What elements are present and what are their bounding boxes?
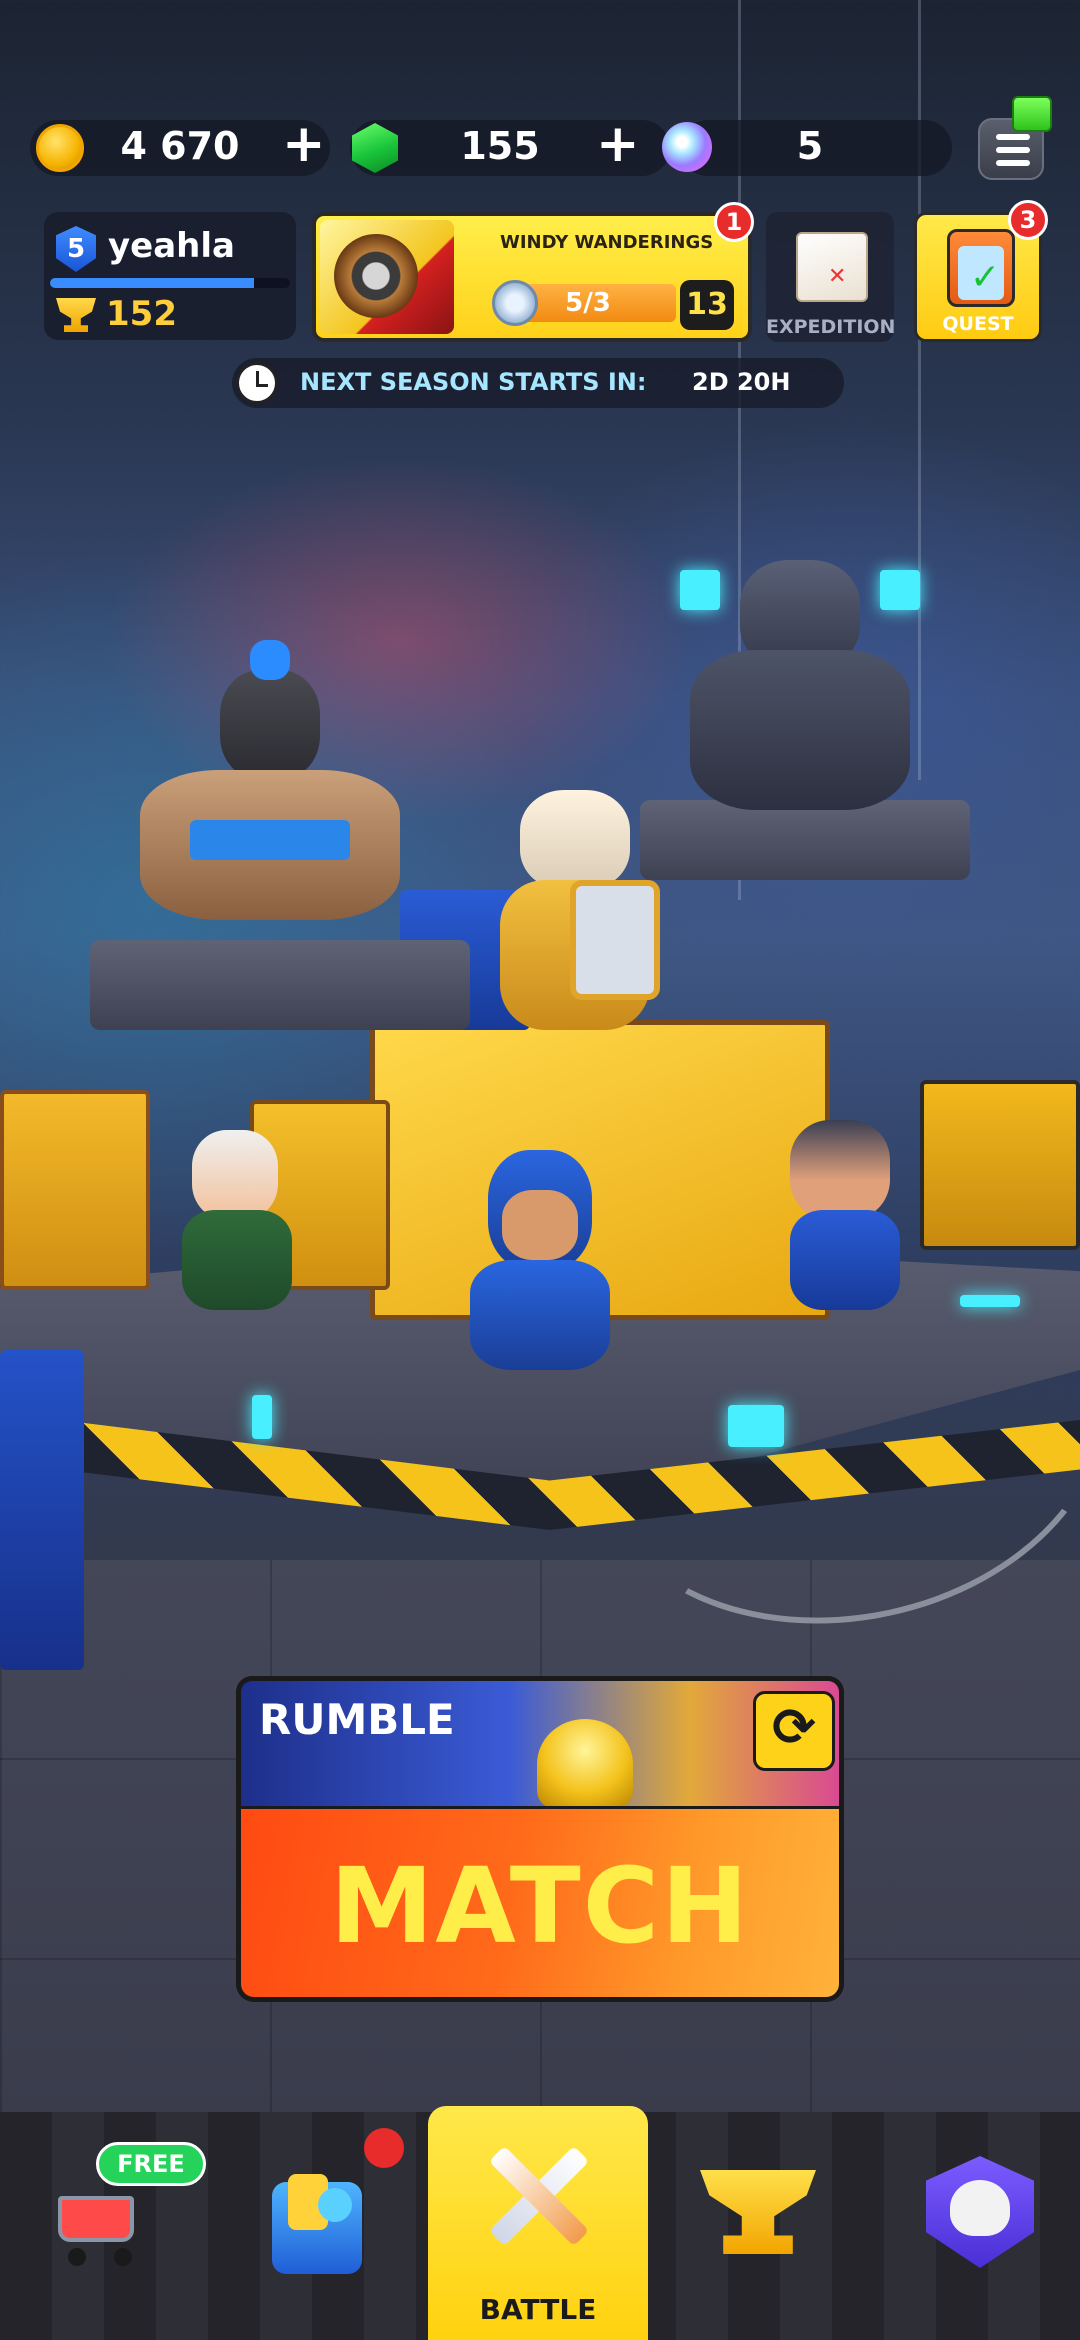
nav-battle-label: BATTLE bbox=[479, 2293, 597, 2326]
nav-shop[interactable]: FREE bbox=[0, 2112, 216, 2340]
xp-progress-fill bbox=[50, 278, 254, 288]
season-countdown: 2D 20H bbox=[692, 368, 791, 396]
player-name: yeahla bbox=[108, 226, 235, 266]
map-icon bbox=[796, 232, 868, 302]
event-thumbnail bbox=[320, 220, 454, 334]
swap-icon: ⟳ bbox=[772, 1698, 816, 1758]
nav-battle[interactable]: BATTLE bbox=[428, 2106, 648, 2340]
game-mode-card[interactable]: RUMBLE ⟳ bbox=[236, 1676, 844, 1806]
quest-notification-badge: 3 bbox=[1008, 200, 1048, 240]
coin-count: 4 670 bbox=[120, 124, 240, 168]
platform-light bbox=[252, 1395, 272, 1439]
game-mode-label: RUMBLE bbox=[259, 1695, 455, 1744]
knight-figure bbox=[100, 640, 440, 940]
gift-icon[interactable] bbox=[1012, 96, 1052, 132]
match-button[interactable]: MATCH bbox=[236, 1806, 844, 2002]
expedition-label: EXPEDITION bbox=[766, 316, 896, 338]
season-timer: NEXT SEASON STARTS IN: 2D 20H bbox=[232, 358, 844, 408]
change-mode-button[interactable]: ⟳ bbox=[753, 1691, 835, 1771]
cart-icon bbox=[44, 2182, 140, 2268]
token-icon bbox=[492, 280, 538, 326]
swords-icon bbox=[480, 2136, 596, 2256]
buy-gems-button[interactable]: + bbox=[596, 114, 640, 174]
buy-coins-button[interactable]: + bbox=[282, 114, 326, 174]
season-label: NEXT SEASON STARTS IN: bbox=[300, 368, 647, 396]
deck-notification-dot bbox=[364, 2128, 404, 2168]
gem-count: 155 bbox=[460, 124, 540, 168]
level-shield-icon: 5 bbox=[56, 226, 96, 272]
clock-icon bbox=[236, 362, 278, 404]
currency-bar: 4 670 + 155 + 5 bbox=[30, 114, 1050, 180]
menu-icon bbox=[996, 134, 1030, 140]
coin-icon bbox=[36, 124, 84, 172]
cargo-crate bbox=[0, 1090, 150, 1290]
cargo-crate bbox=[0, 1350, 84, 1670]
arena-scene bbox=[0, 420, 1080, 1670]
match-label: MATCH bbox=[329, 1845, 751, 1967]
quest-label: QUEST bbox=[942, 313, 1014, 335]
xp-progress-bar bbox=[50, 278, 290, 288]
archer-figure bbox=[170, 1130, 300, 1320]
deck-icon bbox=[272, 2174, 362, 2274]
orb-icon bbox=[662, 122, 712, 172]
valkyrie-figure bbox=[470, 790, 680, 1050]
event-notification-badge: 1 bbox=[714, 202, 754, 242]
season-event-card[interactable]: WINDY WANDERINGS 5/3 13 bbox=[312, 212, 752, 342]
wizard-figure bbox=[430, 1150, 650, 1380]
player-profile[interactable]: 5 yeahla 152 bbox=[44, 212, 296, 340]
orb-count: 5 bbox=[796, 124, 824, 168]
bottom-nav: FREE BATTLE bbox=[0, 2106, 1080, 2340]
free-badge: FREE bbox=[96, 2142, 206, 2186]
knight-pedestal bbox=[90, 940, 470, 1030]
event-level: 13 bbox=[680, 280, 734, 330]
mode-trophy-art bbox=[537, 1719, 633, 1806]
event-title: WINDY WANDERINGS bbox=[500, 232, 714, 253]
pekka-figure bbox=[650, 550, 950, 820]
expedition-button[interactable]: EXPEDITION bbox=[766, 212, 896, 342]
clipboard-icon: ✓ bbox=[947, 229, 1015, 307]
trophy-icon bbox=[56, 298, 96, 332]
trophy-count: 152 bbox=[106, 294, 177, 334]
